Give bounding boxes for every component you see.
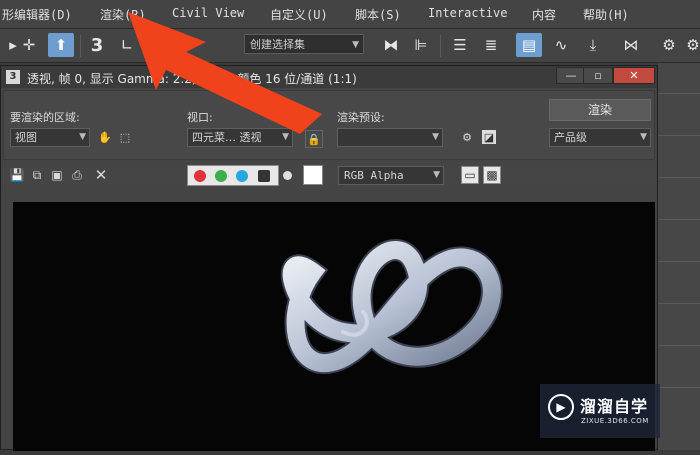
background-swatch[interactable] <box>303 165 323 185</box>
auto-region-icon[interactable]: ⬚ <box>116 128 134 146</box>
toolbar-separator <box>80 35 81 57</box>
red-channel-button[interactable] <box>194 170 206 182</box>
watermark: ▶ 溜溜自学 ZIXUE.3D66.COM <box>540 384 660 438</box>
move-icon[interactable]: ✛ <box>16 33 42 57</box>
main-toolbar: ▸ ✛ ⬆ 3 ∟ % 创建选择集 ▼ ⧓ ⊫ ☰ ≣ ▤ ∿ ⤓ ⋈ ⚙ ⚙ <box>0 29 700 63</box>
toggle-ui-overlay-icon[interactable]: ▭ <box>461 166 479 184</box>
watermark-subtitle: ZIXUE.3D66.COM <box>581 417 649 425</box>
menu-interactive[interactable]: Interactive <box>428 6 507 20</box>
app-3dsmax-icon: 3 <box>6 70 20 84</box>
copy-image-icon[interactable]: ⧉ <box>29 167 45 183</box>
maximize-button[interactable]: ▫ <box>583 67 613 84</box>
blue-channel-button[interactable] <box>236 170 248 182</box>
viewport-label: 视口: <box>187 111 213 124</box>
area-label: 要渲染的区域: <box>10 111 80 124</box>
menu-help[interactable]: 帮助(H) <box>583 6 629 23</box>
close-button[interactable]: ✕ <box>613 67 655 84</box>
area-dropdown[interactable]: 视图 ▼ <box>10 128 90 147</box>
selection-set-dropdown[interactable]: 创建选择集 ▼ <box>244 34 364 54</box>
angle-snap-icon[interactable]: ∟ <box>114 33 140 57</box>
render-button[interactable]: 渲染 <box>549 99 651 121</box>
ribbon-toggle-icon[interactable]: ▤ <box>516 33 542 57</box>
menu-scripting[interactable]: 脚本(S) <box>355 6 401 23</box>
render-controls-panel: 要渲染的区域: 视图 ▼ ✋ ⬚ 视口: 四元菜… 透视 ▼ 🔒 渲染预设: ▼ ⚙… <box>3 90 655 160</box>
minimize-button[interactable]: — <box>556 67 586 84</box>
toggle-ui-icon[interactable]: ▩ <box>483 166 501 184</box>
dope-sheet-icon[interactable]: ⤓ <box>580 33 606 57</box>
window-titlebar[interactable]: 3 透视, 帧 0, 显示 Gamma: 2.2, RGBA 颜色 16 位/通… <box>1 66 657 88</box>
select-move-icon[interactable]: ⬆ <box>48 33 74 57</box>
lock-icon[interactable]: 🔒 <box>305 130 323 148</box>
menu-bar: 形编辑器(D) 渲染(R) Civil View 自定义(U) 脚本(S) In… <box>0 0 700 29</box>
menu-content[interactable]: 内容 <box>532 6 556 23</box>
clear-icon[interactable]: ✕ <box>93 167 109 183</box>
monochrome-button[interactable] <box>283 171 292 180</box>
scene-explorer-icon[interactable]: ☰ <box>447 33 473 57</box>
watermark-logo-icon: ▶ <box>548 394 574 420</box>
percent-snap-icon[interactable]: % <box>146 33 172 57</box>
snap-3d-icon[interactable]: 3 <box>84 33 110 57</box>
menu-graph-editors[interactable]: 形编辑器(D) <box>2 6 72 23</box>
preset-dropdown[interactable]: ▼ <box>337 128 443 147</box>
channel-buttons <box>187 165 279 186</box>
alpha-channel-button[interactable] <box>258 170 270 182</box>
viewport-dropdown[interactable]: 四元菜… 透视 ▼ <box>187 128 293 147</box>
preset-label: 渲染预设: <box>337 111 385 124</box>
render-setup-icon[interactable]: ⚙ <box>680 33 700 57</box>
menu-rendering[interactable]: 渲染(R) <box>100 6 146 23</box>
environment-icon[interactable]: ◪ <box>482 130 496 144</box>
watermark-title: 溜溜自学 <box>580 397 649 416</box>
schematic-view-icon[interactable]: ⋈ <box>618 33 644 57</box>
viewport-backdrop <box>658 63 700 450</box>
quality-dropdown[interactable]: 产品级 ▼ <box>549 128 651 147</box>
menu-customize[interactable]: 自定义(U) <box>270 6 328 23</box>
menu-civil-view[interactable]: Civil View <box>172 6 244 20</box>
toolbar-separator <box>440 35 441 57</box>
render-setup-icon[interactable]: ⚙ <box>458 128 476 146</box>
curve-editor-icon[interactable]: ∿ <box>548 33 574 57</box>
save-image-icon[interactable]: 💾 <box>9 167 25 183</box>
print-image-icon[interactable]: ⎙ <box>69 167 85 183</box>
frame-toolbar: 💾 ⧉ ▣ ⎙ ✕ RGB Alpha ▼ ▭ ▩ <box>3 162 655 190</box>
align-icon[interactable]: ⊫ <box>408 33 434 57</box>
edit-region-icon[interactable]: ✋ <box>96 128 114 146</box>
mirror-icon[interactable]: ⧓ <box>378 33 404 57</box>
material-editor-icon[interactable]: ⚙ <box>656 33 682 57</box>
channel-display-dropdown[interactable]: RGB Alpha ▼ <box>338 166 444 185</box>
green-channel-button[interactable] <box>215 170 227 182</box>
clone-window-icon[interactable]: ▣ <box>49 167 65 183</box>
window-title: 透视, 帧 0, 显示 Gamma: 2.2, RGBA 颜色 16 位/通道 … <box>27 72 357 86</box>
layer-explorer-icon[interactable]: ≣ <box>478 33 504 57</box>
